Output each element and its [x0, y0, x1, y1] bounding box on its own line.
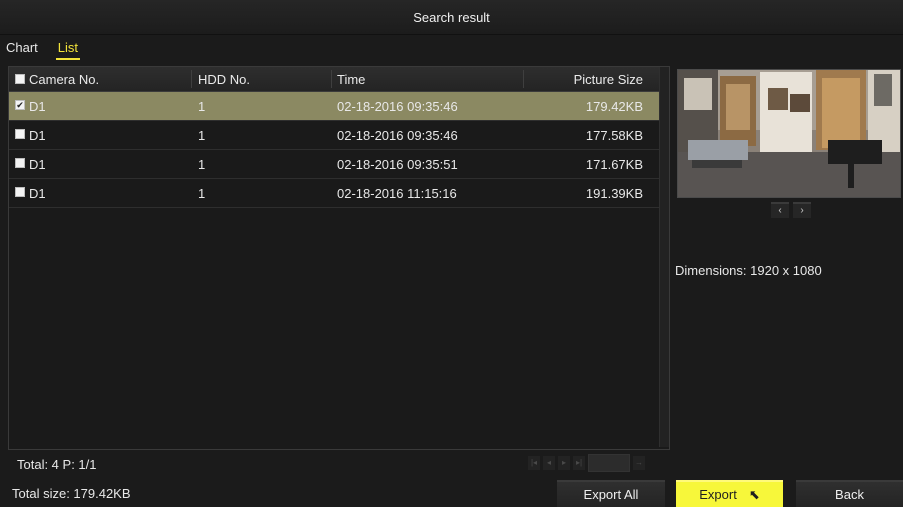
table-row[interactable]: D1 1 02-18-2016 09:35:51 171.67KB — [9, 150, 659, 179]
row-checkbox[interactable] — [15, 158, 25, 168]
column-divider — [331, 70, 332, 88]
view-tabs: Chart List — [4, 38, 81, 60]
export-all-label: Export All — [583, 487, 639, 502]
cell-hdd: 1 — [198, 186, 206, 201]
column-header-picture-size[interactable]: Picture Size — [574, 72, 643, 87]
preview-image — [678, 70, 900, 197]
export-all-button[interactable]: Export All — [557, 480, 665, 507]
last-page-icon[interactable]: ▸| — [573, 456, 585, 470]
total-size: Total size: 179.42KB — [12, 486, 131, 501]
column-header-hdd[interactable]: HDD No. — [198, 72, 250, 87]
title-bar: Search result — [0, 0, 903, 35]
row-checkbox[interactable] — [15, 187, 25, 197]
column-header-camera[interactable]: Camera No. — [29, 72, 99, 87]
column-divider — [523, 70, 524, 88]
export-button[interactable]: Export ⬉ — [676, 480, 783, 507]
cell-size: 177.58KB — [585, 128, 643, 143]
preview-nav: ‹ › — [771, 202, 811, 218]
window-title: Search result — [413, 9, 490, 25]
table-row[interactable]: D1 1 02-18-2016 09:35:46 177.58KB — [9, 121, 659, 150]
column-header-time[interactable]: Time — [337, 72, 365, 87]
cell-time: 02-18-2016 09:35:46 — [337, 128, 458, 143]
prev-page-icon[interactable]: ◂ — [543, 456, 555, 470]
table-row[interactable]: D1 1 02-18-2016 11:15:16 191.39KB — [9, 179, 659, 208]
page-number-input[interactable] — [588, 454, 630, 472]
cell-hdd: 1 — [198, 157, 206, 172]
column-divider — [191, 70, 192, 88]
select-all-checkbox[interactable] — [15, 74, 25, 84]
export-label: Export — [699, 487, 737, 502]
cell-camera: D1 — [29, 157, 46, 172]
table-footer: Total: 4 P: 1/1 |◂ ◂ ▸ ▸| → — [8, 448, 668, 478]
cell-time: 02-18-2016 11:15:16 — [337, 186, 457, 201]
cell-time: 02-18-2016 09:35:51 — [337, 157, 458, 172]
cell-hdd: 1 — [198, 99, 206, 114]
chevron-left-icon[interactable]: ‹ — [771, 202, 789, 218]
results-table: Camera No. HDD No. Time Picture Size ✔ D… — [8, 66, 670, 450]
dimensions-label: Dimensions: 1920 x 1080 — [675, 263, 822, 278]
snapshot-preview — [677, 69, 901, 198]
tab-chart[interactable]: Chart — [4, 38, 40, 60]
row-checkbox-checked[interactable]: ✔ — [15, 100, 25, 110]
table-header: Camera No. HDD No. Time Picture Size — [9, 67, 659, 92]
row-checkbox[interactable] — [15, 129, 25, 139]
back-label: Back — [835, 487, 864, 502]
first-page-icon[interactable]: |◂ — [528, 456, 540, 470]
cell-time: 02-18-2016 09:35:46 — [337, 99, 458, 114]
chevron-right-icon[interactable]: › — [793, 202, 811, 218]
pagination: |◂ ◂ ▸ ▸| → — [528, 454, 645, 472]
next-page-icon[interactable]: ▸ — [558, 456, 570, 470]
tab-list[interactable]: List — [55, 38, 81, 60]
table-row[interactable]: ✔ D1 1 02-18-2016 09:35:46 179.42KB — [9, 92, 659, 121]
go-page-icon[interactable]: → — [633, 456, 645, 470]
table-scrollbar[interactable] — [659, 67, 669, 447]
cell-size: 171.67KB — [585, 157, 643, 172]
cell-hdd: 1 — [198, 128, 206, 143]
cell-camera: D1 — [29, 186, 46, 201]
cell-camera: D1 — [29, 99, 46, 114]
total-count: Total: 4 P: 1/1 — [17, 457, 97, 472]
cell-size: 191.39KB — [585, 186, 643, 201]
back-button[interactable]: Back — [796, 480, 903, 507]
cell-size: 179.42KB — [585, 99, 643, 114]
cursor-icon: ⬉ — [748, 486, 760, 502]
cell-camera: D1 — [29, 128, 46, 143]
